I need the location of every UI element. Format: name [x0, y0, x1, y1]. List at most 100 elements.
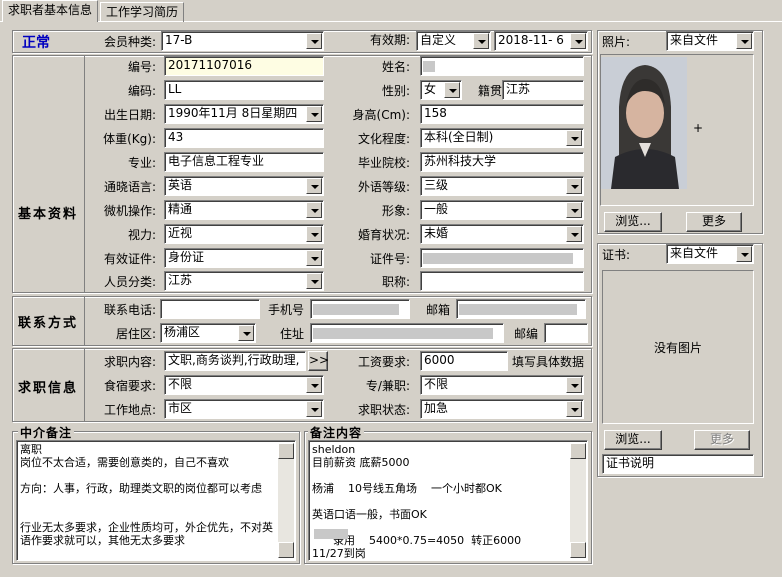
chevron-down-icon[interactable] — [566, 401, 582, 417]
language-select[interactable]: 英语 — [164, 176, 324, 196]
chevron-down-icon[interactable] — [306, 377, 322, 393]
name-field[interactable] — [420, 56, 584, 76]
mobile-label: 手机号 — [267, 303, 304, 317]
major-field[interactable]: 电子信息工程专业 — [164, 152, 324, 172]
photo-label: 照片: — [602, 35, 631, 49]
id-label: 编号: — [127, 60, 156, 74]
location-select[interactable]: 市区 — [164, 399, 324, 419]
scrollbar[interactable] — [278, 443, 294, 558]
chevron-down-icon[interactable] — [566, 130, 582, 146]
salary-hint: 填写具体数据 — [512, 355, 585, 369]
title-field[interactable] — [420, 271, 584, 291]
certificate-source-select[interactable]: 来自文件 — [666, 244, 754, 264]
id-number-field[interactable] — [420, 248, 584, 268]
id-type-select[interactable]: 身份证 — [164, 248, 324, 268]
chevron-down-icon[interactable] — [306, 273, 322, 289]
job-type-select[interactable]: 不限 — [420, 375, 584, 395]
validity-date-picker[interactable]: 2018-11- 6 — [494, 31, 588, 51]
chevron-down-icon[interactable] — [238, 325, 254, 341]
id-type-label: 有效证件: — [103, 252, 156, 266]
computer-select[interactable]: 精通 — [164, 200, 324, 220]
job-state-label: 求职状态: — [357, 403, 410, 417]
photo-browse-button[interactable]: 浏览... — [604, 212, 662, 232]
contact-section-title: 联系方式 — [18, 316, 79, 331]
divider — [84, 349, 85, 421]
applicant-photo — [601, 57, 687, 189]
height-field[interactable]: 158 — [420, 104, 584, 124]
education-select[interactable]: 本科(全日制) — [420, 128, 584, 148]
phone-field[interactable] — [160, 299, 260, 319]
chevron-down-icon[interactable] — [306, 106, 322, 122]
native-label: 籍贯 — [477, 84, 502, 98]
chevron-down-icon[interactable] — [566, 178, 582, 194]
chevron-down-icon[interactable] — [566, 377, 582, 393]
vision-select[interactable]: 近视 — [164, 224, 324, 244]
photo-source-select[interactable]: 来自文件 — [666, 31, 754, 51]
salary-field[interactable]: 6000 — [420, 351, 508, 371]
weight-field[interactable]: 43 — [164, 128, 324, 148]
certificate-image-frame: 没有图片 — [602, 270, 754, 424]
tab-basic-info[interactable]: 求职者基本信息 — [2, 0, 98, 22]
marital-select[interactable]: 未婚 — [420, 224, 584, 244]
appearance-select[interactable]: 一般 — [420, 200, 584, 220]
chevron-down-icon[interactable] — [306, 226, 322, 242]
birth-date-picker[interactable]: 1990年11月 8日星期四 — [164, 104, 324, 124]
email-label: 邮箱 — [425, 303, 450, 317]
vision-label: 视力: — [127, 228, 156, 242]
scroll-up-button[interactable] — [570, 443, 586, 459]
remark-notes-textarea[interactable]: sheldon 目前薪资 底薪5000 杨浦 10号线五角场 一个小时都OK 英… — [308, 440, 588, 561]
chevron-down-icon[interactable] — [473, 33, 489, 49]
job-content-field[interactable]: 文职,商务谈判,行政助理, — [164, 351, 306, 371]
tab-work-history[interactable]: 工作学习简历 — [100, 2, 184, 22]
native-field[interactable]: 江苏 — [502, 80, 584, 100]
id-number-label: 证件号: — [369, 252, 410, 266]
chevron-down-icon[interactable] — [306, 202, 322, 218]
chevron-down-icon[interactable] — [444, 82, 460, 98]
scrollbar[interactable] — [570, 443, 586, 558]
chevron-down-icon[interactable] — [306, 178, 322, 194]
education-label: 文化程度: — [357, 132, 410, 146]
certificate-more-button[interactable]: 更多 — [694, 430, 750, 450]
divider — [84, 56, 85, 292]
district-select[interactable]: 杨浦区 — [160, 323, 256, 343]
membership-select[interactable]: 17-B — [161, 31, 324, 51]
gender-select[interactable]: 女 — [420, 80, 462, 100]
chevron-down-icon[interactable] — [306, 401, 322, 417]
board-select[interactable]: 不限 — [164, 375, 324, 395]
district-label: 居住区: — [115, 327, 156, 341]
scroll-down-button[interactable] — [570, 542, 586, 558]
chevron-down-icon[interactable] — [566, 202, 582, 218]
id-field[interactable]: 20171107016 — [164, 56, 324, 76]
category-label: 人员分类: — [103, 275, 156, 289]
category-select[interactable]: 江苏 — [164, 271, 324, 291]
school-field[interactable]: 苏州科技大学 — [420, 152, 584, 172]
divider — [84, 297, 85, 345]
job-type-label: 专/兼职: — [365, 379, 410, 393]
scroll-up-button[interactable] — [278, 443, 294, 459]
scroll-down-button[interactable] — [278, 542, 294, 558]
chevron-down-icon[interactable] — [306, 33, 322, 49]
chevron-down-icon[interactable] — [570, 33, 586, 49]
language-level-select[interactable]: 三级 — [420, 176, 584, 196]
mobile-field[interactable] — [310, 299, 410, 319]
code-field[interactable]: LL — [164, 80, 324, 100]
job-state-select[interactable]: 加急 — [420, 399, 584, 419]
zip-field[interactable] — [544, 323, 588, 343]
chevron-down-icon[interactable] — [306, 250, 322, 266]
chevron-down-icon[interactable] — [736, 33, 752, 49]
zip-label: 邮编 — [513, 327, 538, 341]
job-content-expand-button[interactable]: >> — [308, 351, 329, 371]
salary-label: 工资要求: — [357, 355, 410, 369]
chevron-down-icon[interactable] — [566, 226, 582, 242]
email-field[interactable] — [456, 299, 586, 319]
agent-notes-textarea[interactable]: 离职 岗位不太合适，需要创意类的，自己不喜欢 方向：人事，行政，助理类文职的岗位… — [16, 440, 296, 561]
certificate-browse-button[interactable]: 浏览... — [604, 430, 662, 450]
certificate-description-field[interactable]: 证书说明 — [602, 454, 754, 474]
job-section-title: 求职信息 — [18, 381, 79, 396]
photo-more-button[interactable]: 更多 — [686, 212, 742, 232]
address-label: 住址 — [279, 327, 304, 341]
address-field[interactable] — [310, 323, 504, 343]
location-label: 工作地点: — [103, 403, 156, 417]
validity-mode-select[interactable]: 自定义 — [416, 31, 491, 51]
chevron-down-icon[interactable] — [736, 246, 752, 262]
